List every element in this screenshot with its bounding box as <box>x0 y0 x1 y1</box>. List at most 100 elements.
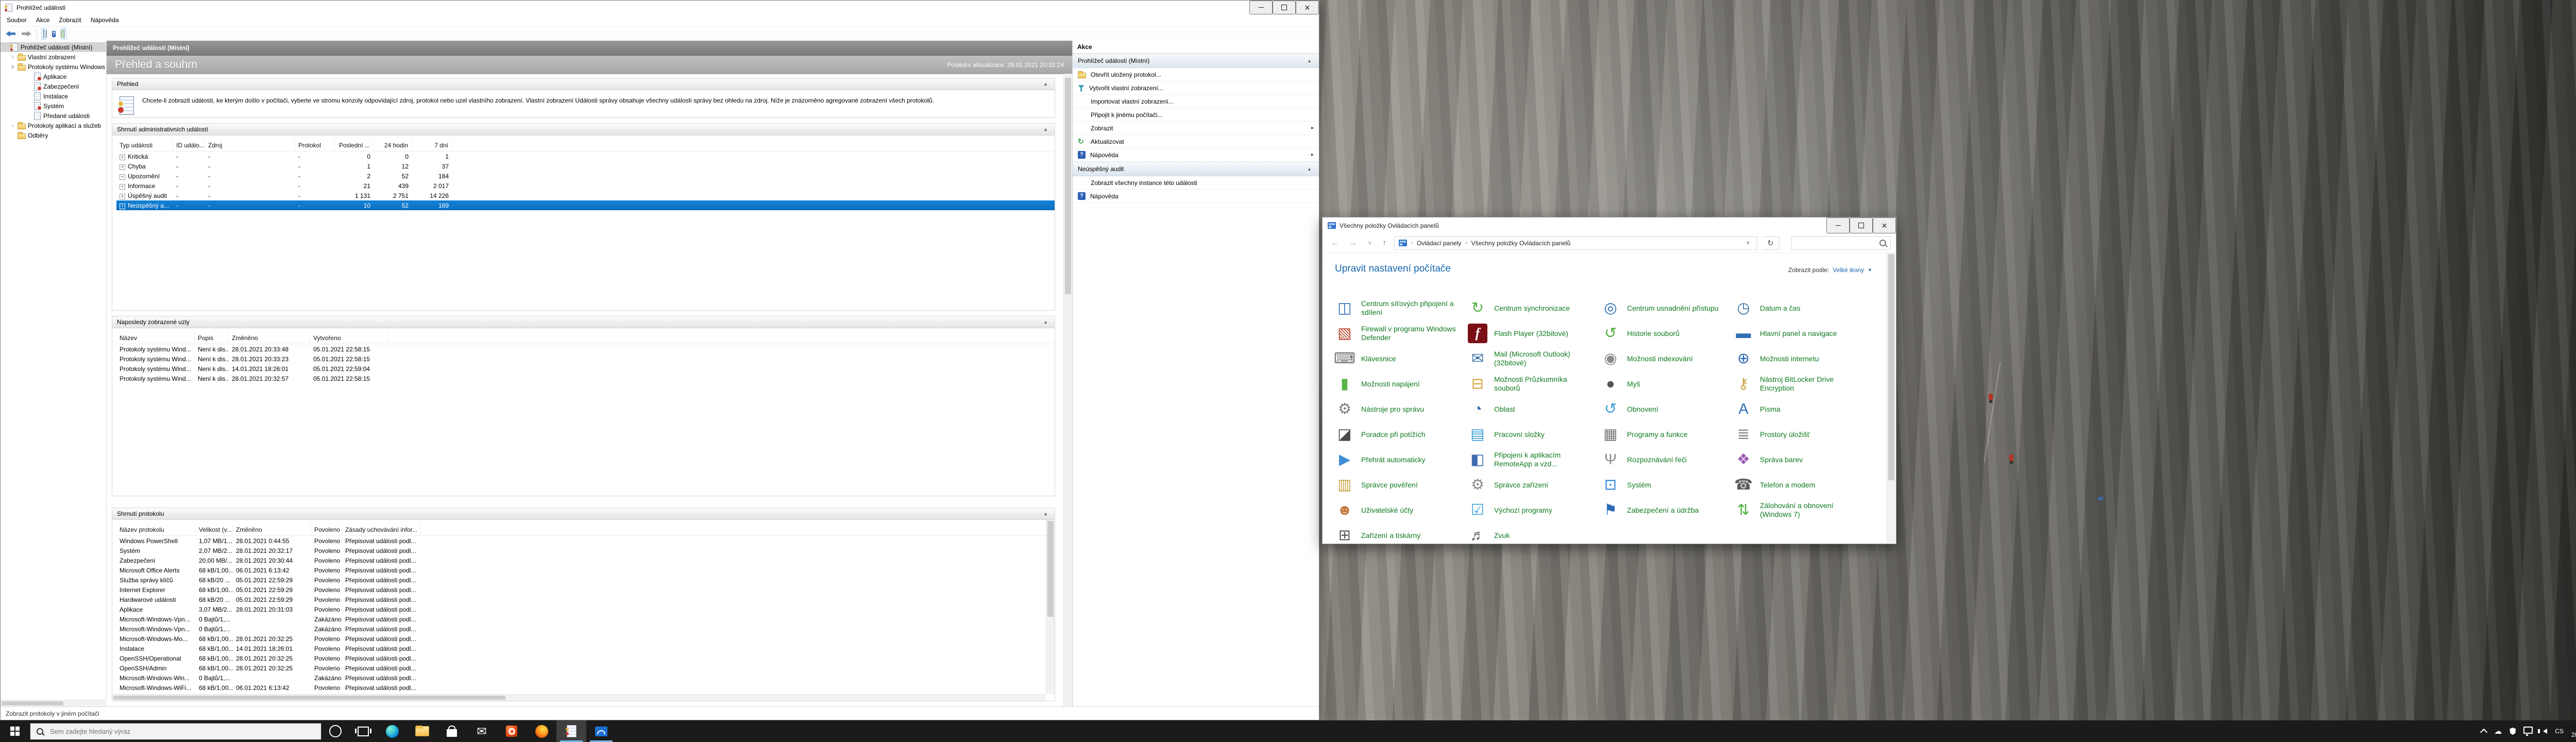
network-icon[interactable] <box>2523 727 2533 734</box>
control-panel-item[interactable]: ▬ Hlavní panel a navigace <box>1734 323 1863 344</box>
tree-horizontal-scrollbar[interactable] <box>1 700 107 706</box>
hidden-icons-chevron-icon[interactable] <box>2480 729 2487 736</box>
tree-item[interactable]: Instalace <box>1 91 106 101</box>
control-panel-item[interactable]: ◪ Poradce při potížích <box>1335 424 1465 445</box>
search-input[interactable] <box>1791 237 1891 250</box>
taskbar-search[interactable] <box>30 723 321 740</box>
control-panel-item[interactable]: ↺ Historie souborů <box>1601 323 1731 344</box>
scrollbar-thumb[interactable] <box>113 696 505 700</box>
show-console-tree-button[interactable] <box>41 28 46 40</box>
tree-expander-icon[interactable]: › <box>10 123 15 129</box>
control-panel-item[interactable]: ▮ Možnosti napájení <box>1335 374 1465 394</box>
log-list-horizontal-scrollbar[interactable] <box>112 694 1046 701</box>
control-panel-item[interactable]: ☑ Výchozí programy <box>1468 500 1598 520</box>
collapse-group-icon[interactable] <box>1305 58 1314 64</box>
control-panel-item[interactable]: f Flash Player (32bitové) <box>1468 323 1598 344</box>
table-row[interactable]: Chyba - - - 1 12 37 <box>116 161 1055 171</box>
action-item[interactable]: Vytvořit vlastní zobrazení... <box>1073 81 1319 95</box>
column-header[interactable]: Název protokolu <box>116 524 196 535</box>
table-row[interactable]: Upozornění - - - 2 52 184 <box>116 171 1055 181</box>
control-panel-item[interactable]: ⚑ Zabezpečení a údržba <box>1601 500 1731 520</box>
forward-button[interactable] <box>21 30 32 38</box>
control-panel-item[interactable]: ● Myš <box>1601 374 1731 394</box>
taskbar-app-button[interactable] <box>377 720 407 742</box>
control-panel-item[interactable]: ↺ Obnovení <box>1601 399 1731 419</box>
table-row[interactable]: Hardwarové události 68 kB/20 ... 05.01.2… <box>116 595 1055 604</box>
language-indicator[interactable]: CS <box>2555 728 2564 735</box>
tree-item[interactable]: Předané události <box>1 111 106 121</box>
control-panel-item[interactable]: ▤ Pracovní složky <box>1468 424 1598 445</box>
table-row[interactable]: Kritická - - - 0 0 1 <box>116 151 1055 161</box>
table-row[interactable]: Systém 2,07 MB/2... 28.01.2021 20:32:17 … <box>116 546 1055 555</box>
table-row[interactable]: Neúspěšný a... - - - 10 52 169 <box>116 200 1055 210</box>
control-panel-item[interactable]: ▦ Programy a funkce <box>1601 424 1731 445</box>
address-bar[interactable]: › Ovládací panely › Všechny položky Ovlá… <box>1394 237 1757 250</box>
refresh-button[interactable]: ↻ <box>1762 237 1779 250</box>
control-panel-item[interactable]: ◎ Centrum usnadnění přístupu <box>1601 298 1731 318</box>
up-button[interactable]: ↑ <box>1379 238 1389 248</box>
search-input[interactable] <box>49 727 298 736</box>
breadcrumb-current[interactable]: Všechny položky Ovládacích panelů <box>1471 240 1571 247</box>
maximize-button[interactable] <box>1850 217 1873 233</box>
action-item[interactable]: Nápověda <box>1073 190 1319 203</box>
main-pane-scrollbar[interactable] <box>1063 74 1072 706</box>
menu-item[interactable]: Soubor <box>3 15 31 25</box>
collapse-section-icon[interactable] <box>1041 319 1050 326</box>
tree-expander-icon[interactable]: ∨ <box>10 63 15 70</box>
tree-expander-icon[interactable]: › <box>10 54 15 60</box>
taskbar-app-button[interactable] <box>467 720 497 742</box>
column-header[interactable]: Vytvořeno <box>310 332 388 344</box>
taskbar-app-button[interactable] <box>497 720 527 742</box>
table-row[interactable]: Internet Explorer 68 kB/1,00... 05.01.20… <box>116 585 1055 595</box>
control-panel-item[interactable]: ◧ Připojení k aplikacím RemoteApp a vzd.… <box>1468 449 1598 470</box>
tree-item[interactable]: Zabezpečení <box>1 81 106 91</box>
column-header[interactable]: Zásady uchovávání infor... <box>342 524 420 535</box>
table-row[interactable]: Protokoly systému Wind... Není k dis... … <box>116 344 1055 354</box>
column-header[interactable]: ID událo... <box>173 140 205 151</box>
action-item[interactable]: Zobrazit všechny instance této události <box>1073 176 1319 190</box>
minimize-button[interactable] <box>1249 1 1273 14</box>
table-row[interactable]: Protokoly systému Wind... Není k dis... … <box>116 374 1055 383</box>
view-by-dropdown-icon[interactable]: ▼ <box>1868 267 1872 273</box>
log-summary-section-header[interactable]: Shrnutí protokolu <box>112 508 1055 520</box>
action-item[interactable]: Importovat vlastní zobrazení... <box>1073 95 1319 108</box>
control-panel-item[interactable]: ☎ Telefon a modem <box>1734 475 1863 495</box>
column-header[interactable]: Popis <box>195 332 229 344</box>
taskbar-app-button[interactable] <box>586 720 616 742</box>
control-panel-item[interactable]: ⚙ Nástroje pro správu <box>1335 399 1465 419</box>
tree-item[interactable]: › Vlastní zobrazení <box>1 52 106 62</box>
close-button[interactable] <box>1296 1 1319 14</box>
start-button[interactable] <box>0 720 30 742</box>
table-row[interactable]: Úspěšný audit - - - 1 131 2 751 14 226 <box>116 191 1055 200</box>
table-row[interactable]: Protokoly systému Wind... Není k dis... … <box>116 364 1055 374</box>
control-panel-item[interactable]: ♬ Zvuk <box>1468 525 1598 544</box>
close-button[interactable] <box>1873 217 1896 233</box>
tree-item[interactable]: Systém <box>1 101 106 111</box>
column-header[interactable]: Změněno <box>229 332 310 344</box>
control-panel-item[interactable]: A Písma <box>1734 399 1863 419</box>
control-panel-item[interactable]: ▥ Správce pověření <box>1335 475 1465 495</box>
table-row[interactable]: OpenSSH/Operational 68 kB/1,00... 28.01.… <box>116 653 1055 663</box>
table-row[interactable]: Microsoft-Windows-Vpn... 0 Bajtů/1,... Z… <box>116 624 1055 634</box>
control-panel-item[interactable]: ≣ Prostory úložišť <box>1734 424 1863 445</box>
view-by-value[interactable]: Velké ikony <box>1833 266 1864 274</box>
column-header[interactable]: Protokol <box>295 140 334 151</box>
control-panel-item[interactable]: ☻ Uživatelské účty <box>1335 500 1465 520</box>
back-button[interactable]: ← <box>1328 238 1342 248</box>
control-panel-item[interactable]: ⊡ Systém <box>1601 475 1731 495</box>
taskbar-app-button[interactable] <box>407 720 437 742</box>
scrollbar-thumb[interactable] <box>2 701 63 705</box>
table-row[interactable]: Microsoft Office Alerts 68 kB/1,00... 06… <box>116 565 1055 575</box>
control-panel-item[interactable]: ↻ Centrum synchronizace <box>1468 298 1598 318</box>
control-panel-item[interactable]: ◉ Možnosti indexování <box>1601 348 1731 369</box>
tree-item[interactable]: Aplikace <box>1 72 106 81</box>
table-row[interactable]: Protokoly systému Wind... Není k dis... … <box>116 354 1055 364</box>
event-viewer-titlebar[interactable]: Prohlížeč událostí <box>1 1 1319 14</box>
tree-item[interactable]: › Protokoly aplikací a služeb <box>1 121 106 130</box>
table-row[interactable]: Microsoft-Windows-Mo... 68 kB/1,00... 28… <box>116 634 1055 644</box>
menu-item[interactable]: Akce <box>32 15 54 25</box>
address-dropdown-icon[interactable]: ∨ <box>1743 240 1753 246</box>
table-row[interactable]: Služba správy klíčů 68 kB/20 ... 05.01.2… <box>116 575 1055 585</box>
control-panel-item[interactable]: ⊕ Možnosti internetu <box>1734 348 1863 369</box>
scrollbar-thumb[interactable] <box>1065 78 1071 294</box>
